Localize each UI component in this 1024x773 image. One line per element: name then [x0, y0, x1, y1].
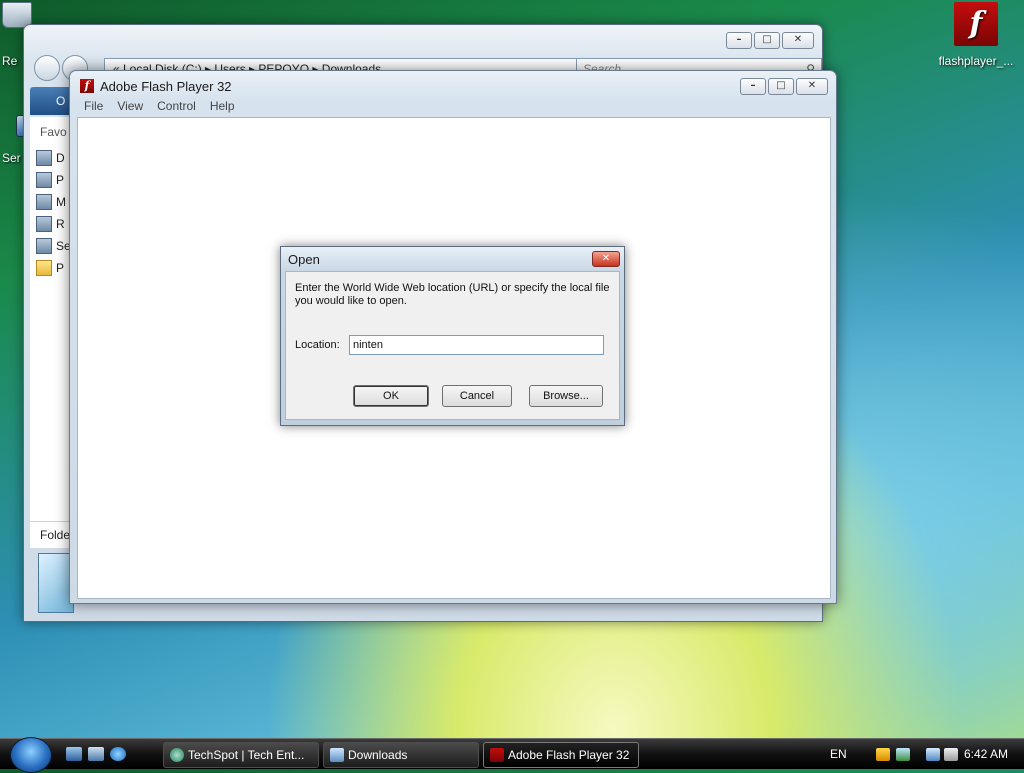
nav-item-label: R	[56, 217, 65, 231]
flash-caption-buttons: – □ ✕	[740, 78, 828, 95]
desktop-icon-flashplayer[interactable]: f flashplayer_...	[934, 2, 1018, 68]
show-desktop-icon[interactable]	[66, 747, 82, 761]
task-label: Downloads	[348, 748, 408, 762]
location-input[interactable]: ninten	[349, 335, 604, 355]
flash-player-icon: f	[954, 2, 998, 46]
taskbar-item-flash-player[interactable]: Adobe Flash Player 32	[483, 742, 639, 768]
cancel-button[interactable]: Cancel	[442, 385, 512, 407]
language-indicator[interactable]: EN	[830, 739, 847, 769]
folder-icon	[330, 748, 344, 762]
browser-icon	[170, 748, 184, 762]
nav-item-label: D	[56, 151, 65, 165]
taskbar: TechSpot | Tech Ent... Downloads Adobe F…	[0, 737, 1024, 773]
flash-player-icon	[490, 748, 504, 762]
menu-help[interactable]: Help	[210, 99, 235, 113]
nav-item-public[interactable]: P	[30, 257, 74, 279]
taskbar-item-downloads[interactable]: Downloads	[323, 742, 479, 768]
location-label: Location:	[295, 339, 340, 351]
nav-item-label: M	[56, 195, 66, 209]
searches-icon	[36, 238, 52, 254]
volume-muted-icon[interactable]	[944, 748, 958, 761]
minimize-button[interactable]: –	[740, 78, 766, 95]
music-icon	[36, 194, 52, 210]
nav-item-music[interactable]: M	[30, 191, 74, 213]
nav-item-searches[interactable]: Se	[30, 235, 74, 257]
security-shield-icon[interactable]	[876, 748, 890, 761]
menu-control[interactable]: Control	[157, 99, 196, 113]
back-button[interactable]	[34, 55, 60, 81]
nav-item-recent[interactable]: R	[30, 213, 74, 235]
nav-item-label: P	[56, 173, 65, 187]
system-tray: EN 6:42 AM	[824, 739, 1024, 769]
close-button[interactable]: ✕	[796, 78, 828, 95]
menu-bar: File View Control Help	[76, 99, 235, 113]
maximize-button[interactable]: □	[768, 78, 794, 95]
dialog-message: Enter the World Wide Web location (URL) …	[295, 282, 610, 307]
menu-view[interactable]: View	[117, 99, 143, 113]
folders-label: Folde	[40, 528, 71, 542]
nav-item-label: P	[56, 261, 65, 275]
flash-player-icon: f	[80, 79, 94, 93]
recent-icon	[36, 216, 52, 232]
browse-button[interactable]: Browse...	[529, 385, 603, 407]
nav-item-documents[interactable]: D	[30, 147, 74, 169]
switch-windows-icon[interactable]	[88, 747, 104, 761]
network-icon[interactable]	[926, 748, 940, 761]
desktop-icon-label: flashplayer_...	[938, 54, 1014, 68]
nav-item-pictures[interactable]: P	[30, 169, 74, 191]
clock[interactable]: 6:42 AM	[964, 739, 1008, 769]
maximize-button[interactable]: □	[754, 32, 780, 49]
taskbar-item-techspot[interactable]: TechSpot | Tech Ent...	[163, 742, 319, 768]
internet-explorer-icon[interactable]	[110, 747, 126, 761]
pictures-icon	[36, 172, 52, 188]
window-title: Adobe Flash Player 32	[100, 79, 232, 94]
minimize-button[interactable]: –	[726, 32, 752, 49]
favorites-header: Favo	[40, 125, 67, 139]
update-check-icon[interactable]	[896, 748, 910, 761]
menu-file[interactable]: File	[84, 99, 103, 113]
documents-icon	[36, 150, 52, 166]
explorer-caption-buttons: – □ ✕	[726, 32, 814, 49]
ok-button[interactable]: OK	[353, 385, 429, 407]
task-label: Adobe Flash Player 32	[508, 748, 630, 762]
close-button[interactable]: ✕	[782, 32, 814, 49]
organize-label: O	[56, 94, 66, 108]
dialog-close-button[interactable]: ✕	[592, 251, 620, 267]
dialog-title: Open	[288, 252, 320, 267]
folder-icon	[36, 260, 52, 276]
dialog-body: Enter the World Wide Web location (URL) …	[285, 271, 620, 420]
task-label: TechSpot | Tech Ent...	[188, 748, 305, 762]
open-dialog: Open ✕ Enter the World Wide Web location…	[280, 246, 625, 426]
